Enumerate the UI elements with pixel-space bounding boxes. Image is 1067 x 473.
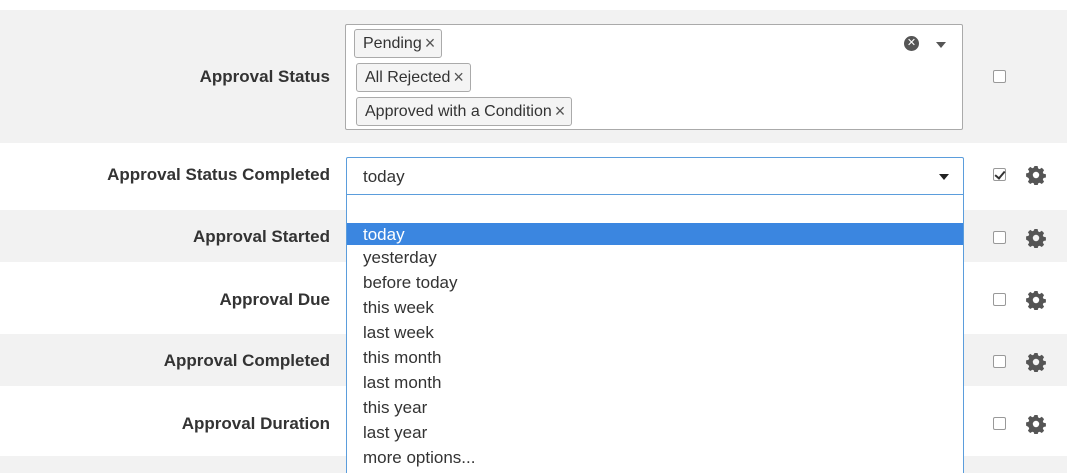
dropdown-option[interactable]: today xyxy=(347,223,963,245)
selected-value: today xyxy=(363,167,405,186)
approval-status-multiselect[interactable]: Pending × All Rejected × Approved with a C… xyxy=(345,24,963,130)
chip-label: Pending xyxy=(363,35,422,52)
approval-completed-checkbox[interactable] xyxy=(993,355,1006,368)
caret-down-icon[interactable] xyxy=(936,42,946,48)
dropdown-option[interactable]: more options... xyxy=(347,448,963,473)
dropdown-option[interactable]: this week xyxy=(347,298,963,323)
approval-status-completed-label: Approval Status Completed xyxy=(107,165,330,184)
close-icon[interactable]: × xyxy=(555,98,566,125)
gear-icon[interactable] xyxy=(1026,290,1046,310)
caret-down-icon[interactable] xyxy=(939,174,949,180)
dropdown-option[interactable]: before today xyxy=(347,273,963,298)
date-options-dropdown: today yesterday before today this week l… xyxy=(346,195,964,473)
chip-label: All Rejected xyxy=(365,69,451,86)
approval-completed-label: Approval Completed xyxy=(163,351,330,370)
status-chip: Approved with a Condition × xyxy=(356,97,573,126)
close-icon[interactable]: × xyxy=(425,30,436,57)
gear-icon[interactable] xyxy=(1026,165,1046,185)
chip-label: Approved with a Condition xyxy=(365,103,552,120)
gear-icon[interactable] xyxy=(1026,228,1046,248)
dropdown-search-input[interactable] xyxy=(353,199,957,217)
dropdown-option[interactable]: last year xyxy=(347,423,963,448)
approval-duration-checkbox[interactable] xyxy=(993,417,1006,430)
dropdown-option[interactable]: last week xyxy=(347,323,963,348)
approval-started-label: Approval Started xyxy=(193,227,330,246)
close-icon[interactable]: × xyxy=(453,64,464,91)
approval-started-checkbox[interactable] xyxy=(993,231,1006,244)
approval-due-checkbox[interactable] xyxy=(993,293,1006,306)
approval-status-completed-select[interactable]: today xyxy=(346,157,964,195)
status-chip: Pending × xyxy=(354,29,443,58)
clear-icon[interactable]: ✕ xyxy=(904,36,919,51)
gear-icon[interactable] xyxy=(1026,352,1046,372)
dropdown-option[interactable]: yesterday xyxy=(347,248,963,273)
dropdown-option[interactable]: last month xyxy=(347,373,963,398)
gear-icon[interactable] xyxy=(1026,414,1046,434)
approval-duration-label: Approval Duration xyxy=(181,414,330,433)
approval-status-checkbox[interactable] xyxy=(993,70,1006,83)
approval-status-completed-checkbox[interactable] xyxy=(993,168,1006,181)
dropdown-option[interactable]: this year xyxy=(347,398,963,423)
approval-status-label: Approval Status xyxy=(199,67,330,86)
approval-due-label: Approval Due xyxy=(219,290,330,309)
dropdown-option[interactable]: this month xyxy=(347,348,963,373)
status-chip: All Rejected × xyxy=(356,63,471,92)
